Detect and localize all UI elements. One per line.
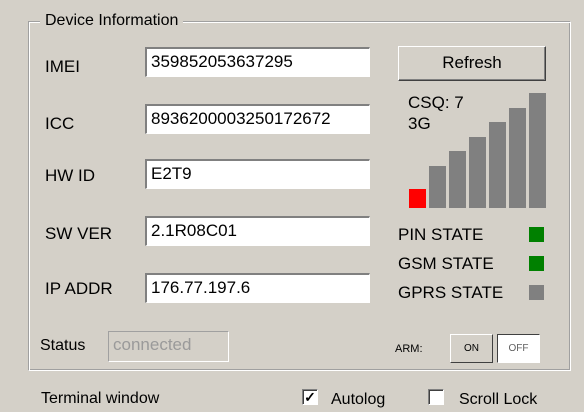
scroll-lock-label: Scroll Lock (459, 391, 538, 408)
autolog-checkbox[interactable]: ✓ (302, 389, 318, 405)
terminal-window-label: Terminal window (41, 390, 160, 407)
hw-id-label: HW ID (45, 166, 96, 185)
gprs-state-label: GPRS STATE (398, 283, 504, 302)
gprs-state-indicator (529, 285, 544, 300)
sw-ver-field[interactable]: 2.1R08C01 (144, 215, 371, 247)
arm-label: ARM: (395, 343, 423, 355)
signal-bar (409, 189, 426, 208)
arm-off-button[interactable]: OFF (497, 334, 540, 363)
signal-strength-bars (409, 93, 549, 208)
arm-on-button[interactable]: ON (450, 334, 493, 363)
imei-field[interactable]: 359852053637295 (144, 46, 371, 78)
status-field: connected (107, 330, 230, 363)
gsm-state-indicator (529, 256, 544, 271)
pin-state-label: PIN STATE (398, 225, 484, 244)
gsm-state-label: GSM STATE (398, 254, 494, 273)
signal-bar (469, 137, 486, 208)
imei-label: IMEI (45, 57, 80, 76)
icc-label: ICC (45, 114, 75, 133)
signal-bar (509, 108, 526, 208)
scroll-lock-checkbox[interactable] (428, 389, 444, 405)
signal-bar (449, 151, 466, 208)
autolog-label: Autolog (331, 391, 386, 408)
signal-bar (489, 122, 506, 208)
refresh-button[interactable]: Refresh (398, 46, 546, 81)
pin-state-indicator (529, 227, 544, 242)
check-icon: ✓ (304, 389, 316, 405)
sw-ver-label: SW VER (45, 224, 113, 243)
signal-bar (429, 166, 446, 208)
ip-addr-field[interactable]: 176.77.197.6 (144, 272, 371, 304)
status-label: Status (40, 337, 86, 354)
icc-field[interactable]: 8936200003250172672 (144, 103, 371, 135)
hw-id-field[interactable]: E2T9 (144, 158, 371, 190)
group-title: Device Information (40, 12, 184, 30)
ip-addr-label: IP ADDR (45, 279, 113, 298)
signal-bar (529, 93, 546, 208)
